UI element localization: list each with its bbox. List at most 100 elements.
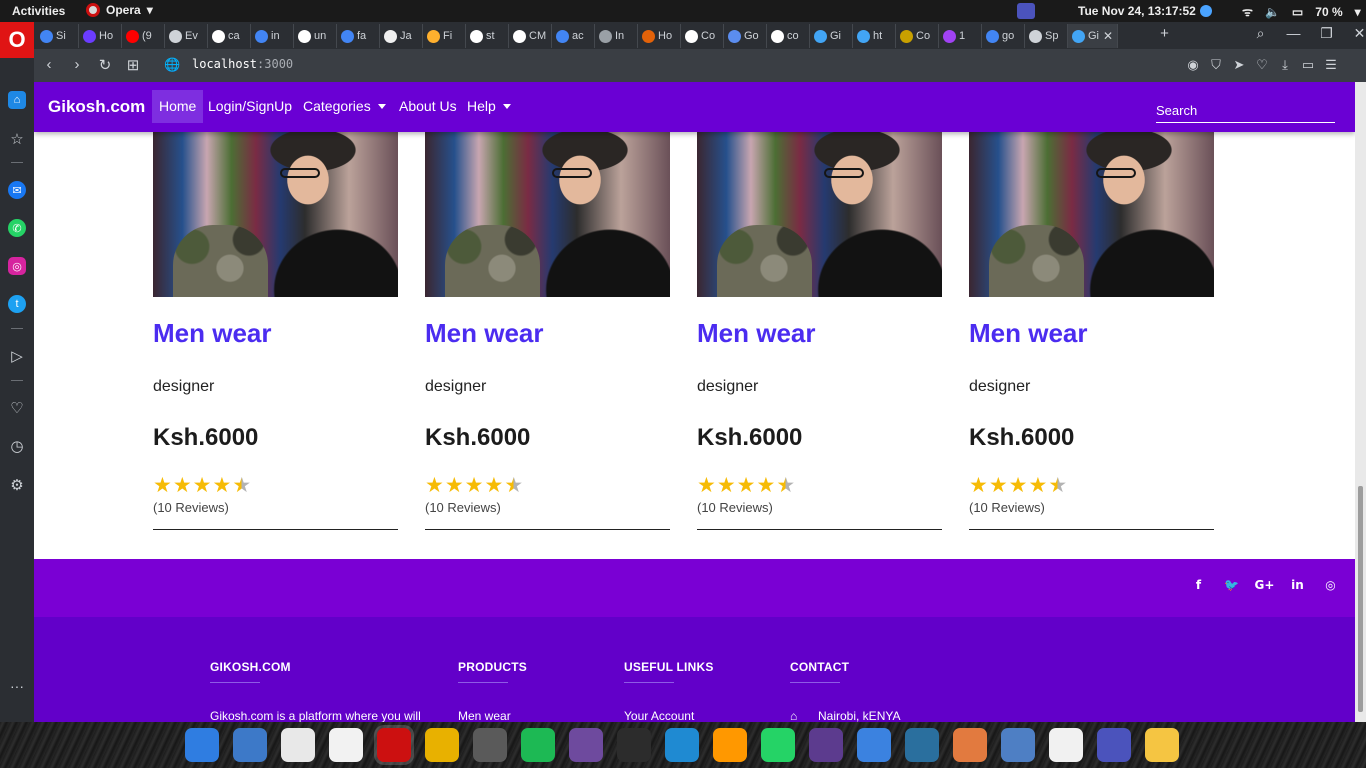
restore-button[interactable]: ❐ [1310, 25, 1343, 42]
product-image[interactable] [153, 130, 398, 297]
heart-icon[interactable]: ♡ [1255, 57, 1269, 73]
easy-setup-icon[interactable]: ☰ [1324, 57, 1338, 73]
browser-tab[interactable]: Go [724, 24, 767, 48]
text-editor-icon[interactable] [1145, 728, 1179, 762]
browser-tab[interactable]: Fi [423, 24, 466, 48]
site-brand[interactable]: Gikosh.com [48, 97, 145, 117]
teams-icon[interactable] [1097, 728, 1131, 762]
opera-icon[interactable] [377, 728, 411, 762]
page-scrollbar[interactable] [1355, 82, 1366, 722]
dash-icon[interactable] [857, 728, 891, 762]
shield-icon[interactable]: ⛉ [1209, 57, 1223, 73]
instagram-icon[interactable]: ◎ [1314, 578, 1347, 592]
browser-tab[interactable]: In [595, 24, 638, 48]
battery-saver-icon[interactable]: ▭ [1301, 57, 1315, 73]
product-card[interactable]: Men wear designer Ksh.6000 ★ ★ ★ ★ ★ (10 Reviews… [697, 130, 942, 530]
url-field[interactable]: localhost:3000 [192, 57, 293, 71]
browser-tab[interactable]: go [982, 24, 1025, 48]
more-icon[interactable]: ··· [8, 677, 26, 695]
speed-dial-icon[interactable]: ☆ [8, 130, 26, 148]
system-settings-icon[interactable] [473, 728, 507, 762]
browser-tab[interactable]: in [251, 24, 294, 48]
twitter-icon[interactable]: 🐦 [1215, 578, 1248, 592]
product-name[interactable]: Men wear [969, 318, 1088, 349]
footer-product-link[interactable]: Men wear [458, 709, 511, 722]
flow-icon[interactable]: ▷ [8, 347, 26, 365]
color-picker-icon[interactable] [953, 728, 987, 762]
notes-icon[interactable] [1001, 728, 1035, 762]
clock[interactable]: Tue Nov 24, 13:17:52 [1078, 4, 1196, 18]
files-icon[interactable] [233, 728, 267, 762]
minimize-button[interactable]: — [1277, 25, 1310, 42]
forward-button[interactable]: › [70, 56, 84, 74]
search-input[interactable] [1156, 98, 1335, 123]
terminal-icon[interactable] [617, 728, 651, 762]
back-button[interactable]: ‹ [42, 56, 56, 74]
facebook-icon[interactable]: f [1182, 578, 1215, 592]
browser-tab[interactable]: un [294, 24, 337, 48]
browser-tab[interactable]: Ho [638, 24, 681, 48]
heart-icon[interactable]: ♡ [8, 399, 26, 417]
browser-tab[interactable]: Co [896, 24, 939, 48]
whatsapp-icon[interactable]: ✆ [8, 219, 26, 237]
nav-login-signup[interactable]: Login/SignUp [201, 90, 299, 123]
google-plus-icon[interactable]: G+ [1248, 578, 1281, 592]
activities-button[interactable]: Activities [12, 4, 65, 18]
footer-account-link[interactable]: Your Account [624, 709, 694, 722]
reload-button[interactable]: ↻ [98, 56, 112, 74]
mysql-workbench-icon[interactable] [905, 728, 939, 762]
browser-tab[interactable]: 1 [939, 24, 982, 48]
product-card[interactable]: Men wear designer Ksh.6000 ★ ★ ★ ★ ★ (10 Reviews… [153, 130, 398, 530]
product-name[interactable]: Men wear [153, 318, 272, 349]
product-card[interactable]: Men wear designer Ksh.6000 ★ ★ ★ ★ ★ (10 Reviews… [425, 130, 670, 530]
browser-tab[interactable]: st [466, 24, 509, 48]
close-tab-icon[interactable]: ✕ [1103, 29, 1113, 43]
browser-tab[interactable]: CM [509, 24, 552, 48]
snapshot-icon[interactable]: ◉ [1186, 57, 1200, 73]
browser-tab[interactable]: co [767, 24, 810, 48]
product-image[interactable] [969, 130, 1214, 297]
teams-indicator-icon[interactable] [1017, 3, 1035, 19]
browser-tab[interactable]: Gi ✕ [1068, 24, 1118, 48]
browser-tab[interactable]: ac [552, 24, 595, 48]
new-tab-button[interactable]: + [1148, 25, 1181, 42]
tab-grid-icon[interactable]: ⊞ [126, 56, 140, 74]
3d-app-icon[interactable] [809, 728, 843, 762]
browser-tab[interactable]: Ev [165, 24, 208, 48]
linkedin-icon[interactable]: in [1281, 578, 1314, 592]
home-icon[interactable]: ⌂ [8, 91, 26, 109]
product-card[interactable]: Men wear designer Ksh.6000 ★ ★ ★ ★ ★ (10 Reviews… [969, 130, 1214, 530]
vscode-icon[interactable] [665, 728, 699, 762]
spotify-icon[interactable] [521, 728, 555, 762]
web-app-icon[interactable] [281, 728, 315, 762]
slack-icon[interactable] [329, 728, 363, 762]
chrome-icon[interactable] [425, 728, 459, 762]
nav-about[interactable]: About Us [392, 90, 464, 123]
browser-tab[interactable]: Ja [380, 24, 423, 48]
browser-tab[interactable]: Co [681, 24, 724, 48]
product-name[interactable]: Men wear [697, 318, 816, 349]
opera-menu-button[interactable]: O [0, 22, 34, 58]
system-tray[interactable]: ᯤ 🔈 ▭ 70 % ▾ [1242, 3, 1361, 20]
browser-tab[interactable]: ca [208, 24, 251, 48]
twitter-icon[interactable]: t [8, 295, 26, 313]
browser-tab[interactable]: (9 [122, 24, 165, 48]
browser-tab[interactable]: ht [853, 24, 896, 48]
product-image[interactable] [425, 130, 670, 297]
browser-tab[interactable]: Si [36, 24, 79, 48]
settings-gear-icon[interactable]: ⚙ [8, 476, 26, 494]
download-icon[interactable]: ⤓ [1278, 57, 1292, 73]
product-image[interactable] [697, 130, 942, 297]
browser-tab[interactable]: Ho [79, 24, 122, 48]
close-window-button[interactable]: ✕ [1343, 25, 1366, 42]
browser-tab[interactable]: Gi [810, 24, 853, 48]
messenger-icon[interactable]: ✉ [8, 181, 26, 199]
sublime-icon[interactable] [713, 728, 747, 762]
nav-categories[interactable]: Categories [296, 90, 393, 123]
app-store-icon[interactable] [185, 728, 219, 762]
scrollbar-thumb[interactable] [1358, 486, 1363, 712]
google-drive-icon[interactable] [1049, 728, 1083, 762]
instagram-icon[interactable]: ◎ [8, 257, 26, 275]
history-icon[interactable]: ◷ [8, 437, 26, 455]
search-tabs-icon[interactable]: ⌕ [1244, 25, 1277, 42]
